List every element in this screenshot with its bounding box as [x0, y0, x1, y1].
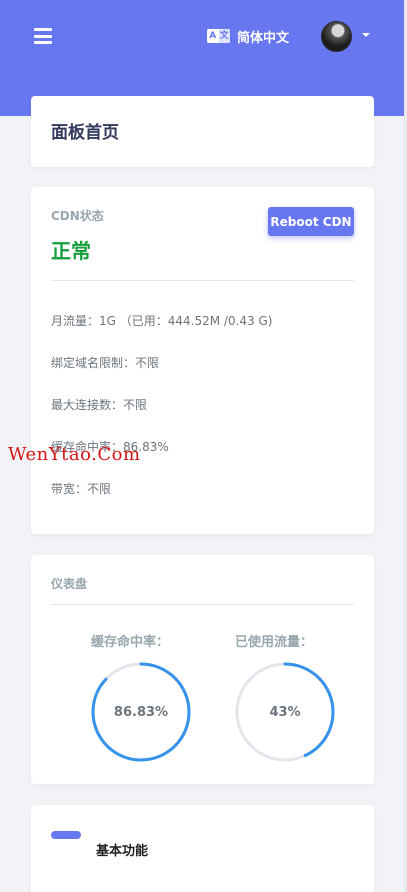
gauge-label-traffic-used: 已使用流量：: [235, 635, 314, 650]
cdn-status-card: CDN状态 正常 Reboot CDN 月流量：1G （已用：444.52M /…: [31, 187, 374, 534]
cdn-status-label: CDN状态: [51, 209, 104, 223]
dashboard-card: 仪表盘 缓存命中率： 86.83% 已使用流量： 43%: [31, 555, 374, 784]
gauge-traffic-used: 43%: [233, 660, 337, 764]
stat-bandwidth: 带宽：不限: [51, 482, 112, 496]
stat-monthly-traffic: 月流量：1G （已用：444.52M /0.43 G): [51, 314, 273, 328]
gauge-cache-hit: 86.83%: [89, 660, 193, 764]
basic-features-title: 基本功能: [96, 844, 149, 859]
language-label: 简体中文: [237, 30, 290, 46]
stat-max-connections: 最大连接数：不限: [51, 398, 148, 412]
gauge-value: 86.83%: [113, 704, 169, 720]
avatar[interactable]: [321, 21, 352, 52]
reboot-cdn-button[interactable]: Reboot CDN: [268, 207, 354, 236]
language-switcher[interactable]: A 文 简体中文: [207, 26, 289, 46]
cdn-status-value: 正常: [51, 239, 91, 263]
translate-icon: A 文: [207, 29, 230, 43]
gauge-label-cache-hit: 缓存命中率：: [91, 635, 170, 650]
dashboard-title: 仪表盘: [51, 577, 88, 591]
stat-domain-limit: 绑定域名限制：不限: [51, 356, 160, 370]
menu-toggle-icon[interactable]: [34, 28, 52, 44]
divider: [51, 280, 354, 281]
gauge-value: 43%: [269, 704, 301, 720]
app-frame: A 文 简体中文 面板首页 CDN状态 正常 Reboot CDN 月流量：1G…: [0, 0, 407, 892]
chevron-down-icon[interactable]: [362, 33, 370, 37]
page-title: 面板首页: [51, 123, 119, 143]
divider: [51, 604, 354, 605]
basic-features-card: 基本功能: [31, 805, 374, 892]
stat-cache-hit-rate: 缓存命中率：86.83%: [51, 440, 169, 454]
page-title-card: 面板首页: [31, 96, 374, 167]
section-accent-bar: [51, 831, 81, 839]
